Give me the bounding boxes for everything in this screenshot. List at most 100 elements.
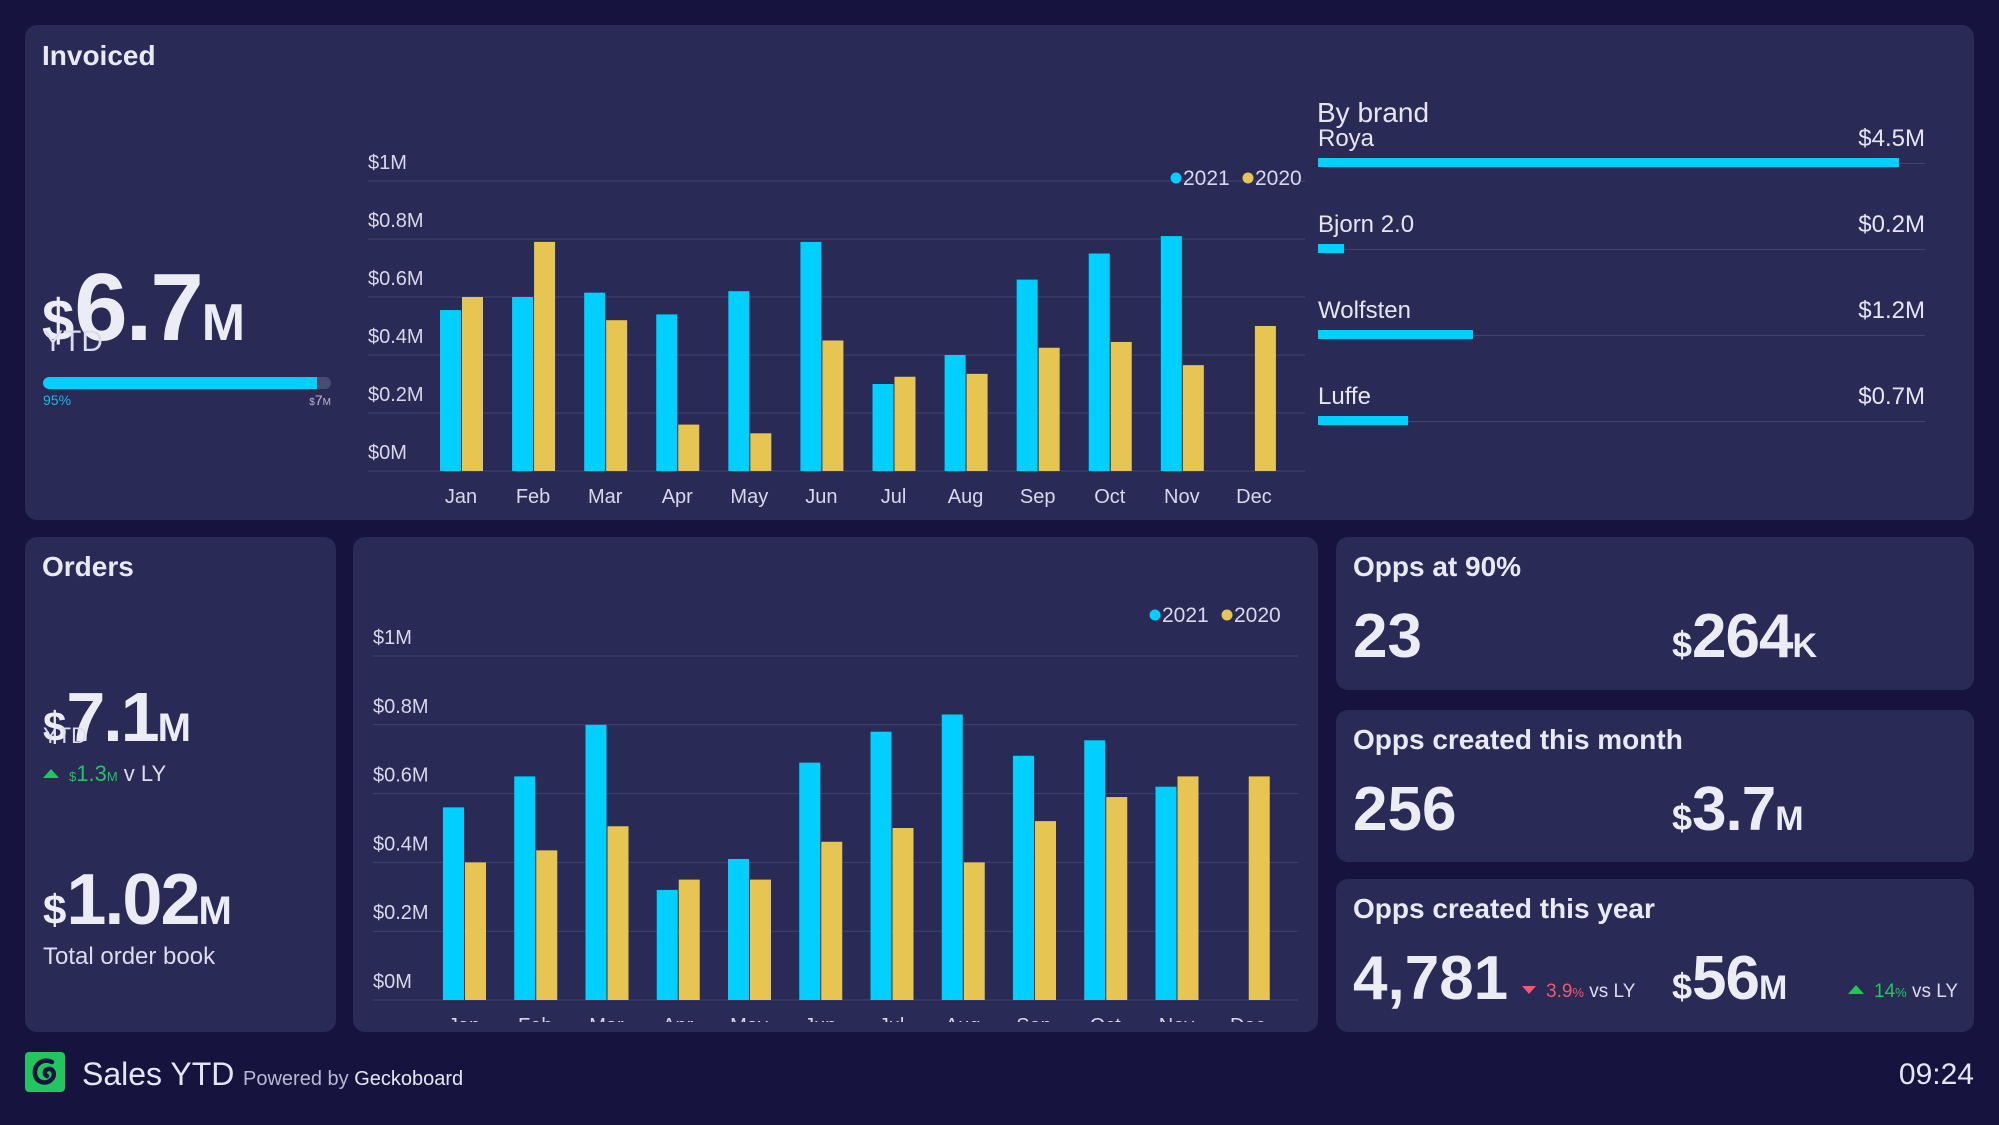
- bar-2020-jun: [822, 340, 844, 471]
- delta-unit: M: [106, 769, 118, 784]
- trend-up-icon: [43, 769, 59, 778]
- bar-2020-nov: [1177, 776, 1199, 1000]
- brand-value: $1.2M: [1858, 297, 1925, 324]
- orders-bar-chart: $0M $0.2M $0.4M $0.6M $0.8M $1M Jan Feb Mar Apr Ma…: [373, 604, 1298, 1022]
- x-tick-label: Jul: [881, 486, 907, 508]
- bar-2020-jan: [462, 297, 483, 471]
- bar-2021-apr: [656, 889, 678, 1000]
- x-tick-label: Mar: [589, 1015, 624, 1022]
- legend-label-2020: 2020: [1234, 604, 1281, 627]
- brand-name: Bjorn 2.0: [1318, 211, 1415, 238]
- y-tick-label: $0M: [368, 442, 407, 464]
- opps-year-title: Opps created this year: [1353, 893, 1655, 924]
- y-tick-label: $1M: [368, 152, 407, 174]
- delta-value: 3.9: [1546, 981, 1573, 1002]
- bar-2020-mar: [607, 826, 629, 1000]
- y-tick-label: $0.2M: [373, 902, 429, 924]
- bar-2020-jul: [894, 376, 916, 471]
- currency-symbol: $: [1672, 797, 1693, 838]
- order-book-value: $1.02M: [43, 859, 232, 941]
- opps-year-card: Opps created this year 4,781 3.9% vs LY …: [1336, 879, 1974, 1032]
- opps-month-count: 256: [1353, 775, 1457, 844]
- invoiced-progress-target: $7M: [285, 392, 331, 408]
- bar-2021-nov: [1155, 786, 1177, 1000]
- bar-2021-nov: [1160, 236, 1182, 471]
- x-tick-label: Jan: [445, 486, 477, 508]
- y-tick-label: $0M: [373, 971, 412, 993]
- geckoboard-logo-icon: [25, 1052, 65, 1092]
- bar-2021-mar: [585, 724, 607, 1000]
- opps-month-card: Opps created this month 256 $3.7M: [1336, 710, 1974, 862]
- opps-year-amount: 56: [1692, 944, 1760, 1013]
- delta-unit: %: [1572, 985, 1584, 1000]
- delta-unit: %: [1895, 985, 1907, 1000]
- bar-2020-aug: [966, 373, 988, 471]
- bar-2020-dec: [1254, 326, 1276, 471]
- delta-value: 14: [1874, 981, 1896, 1002]
- opps-90-value: $264K: [1672, 601, 1817, 672]
- opps-month-unit: M: [1775, 800, 1804, 838]
- y-tick-label: $0.2M: [368, 384, 424, 406]
- bar-2021-jul: [870, 731, 892, 1000]
- legend-label-2021: 2021: [1183, 167, 1230, 190]
- x-tick-label: Sep: [1016, 1015, 1052, 1022]
- powered-by-prefix: Powered by: [243, 1068, 349, 1090]
- bar-2020-aug: [963, 862, 985, 1000]
- bar-2021-feb: [512, 297, 534, 471]
- orders-chart-card: $0M $0.2M $0.4M $0.6M $0.8M $1M Jan Feb Mar Apr Ma…: [353, 537, 1318, 1032]
- x-tick-label: Jul: [879, 1015, 905, 1022]
- bar-2021-jan: [440, 310, 461, 471]
- trend-up-icon: [1848, 985, 1864, 994]
- powered-by-brand[interactable]: Geckoboard: [354, 1068, 463, 1090]
- y-tick-label: $0.4M: [368, 326, 424, 348]
- dashboard-title: Sales YTD: [82, 1056, 235, 1092]
- y-tick-label: $0.4M: [373, 833, 429, 855]
- brand-row: Roya $4.5M: [1318, 125, 1925, 185]
- invoiced-bar-chart: $0M $0.2M $0.4M $0.6M $0.8M $1M Jan Feb Mar Apr Ma…: [368, 152, 1305, 508]
- bar-2020-jun: [821, 841, 843, 1000]
- trend-down-icon: [1522, 986, 1536, 994]
- opps-year-value: $56M: [1672, 943, 1787, 1014]
- clock: 09:24: [1898, 1058, 1974, 1091]
- legend-label-2021: 2021: [1162, 604, 1209, 627]
- y-tick-label: $1M: [373, 627, 412, 649]
- invoiced-card: Invoiced $6.7M YTD 95% $7M $0M $0.2M $0.4M…: [25, 25, 1974, 520]
- x-tick-label: Oct: [1090, 1015, 1122, 1022]
- invoiced-title: Invoiced: [42, 40, 156, 71]
- brand-bar: [1318, 244, 1344, 253]
- orders-ytd-label: YTD: [43, 723, 87, 748]
- brand-row: Luffe $0.7M: [1318, 383, 1925, 443]
- bar-2021-jul: [872, 384, 894, 471]
- opps-90-title: Opps at 90%: [1353, 551, 1522, 582]
- x-tick-label: Nov: [1164, 486, 1200, 508]
- x-tick-label: Jan: [448, 1015, 480, 1022]
- invoiced-progress-bar: [43, 377, 331, 389]
- brand-bar: [1318, 416, 1409, 425]
- bar-2021-feb: [514, 776, 536, 1000]
- opps-90-unit: K: [1792, 627, 1818, 665]
- opps-month-title: Opps created this month: [1353, 724, 1683, 755]
- bar-2021-jun: [799, 762, 821, 1000]
- x-tick-label: Dec: [1236, 486, 1272, 508]
- brand-row: Wolfsten $1.2M: [1318, 297, 1925, 357]
- bar-2020-apr: [678, 424, 700, 471]
- bar-2021-sep: [1013, 755, 1034, 1000]
- bar-2021-jan: [443, 807, 464, 1000]
- brand-value: $0.2M: [1858, 211, 1925, 238]
- bar-2021-apr: [656, 314, 678, 471]
- x-tick-label: Feb: [518, 1015, 552, 1022]
- delta-suffix: vs LY: [1911, 981, 1959, 1002]
- x-tick-label: Mar: [588, 486, 623, 508]
- bar-2020-jul: [892, 828, 914, 1000]
- opps-90-count: 23: [1353, 602, 1422, 671]
- delta-value: 1.3: [76, 761, 107, 786]
- x-tick-label: May: [730, 486, 768, 508]
- x-tick-label: May: [730, 1015, 768, 1022]
- currency-symbol: $: [1672, 966, 1693, 1007]
- order-book-label: Total order book: [43, 943, 216, 970]
- x-tick-label: Jun: [805, 486, 837, 508]
- opps-90-card: Opps at 90% 23 $264K: [1336, 537, 1974, 690]
- bar-2020-sep: [1035, 821, 1056, 1000]
- x-tick-label: Feb: [516, 486, 550, 508]
- opps-year-count-delta: 3.9% vs LY: [1522, 981, 1635, 1003]
